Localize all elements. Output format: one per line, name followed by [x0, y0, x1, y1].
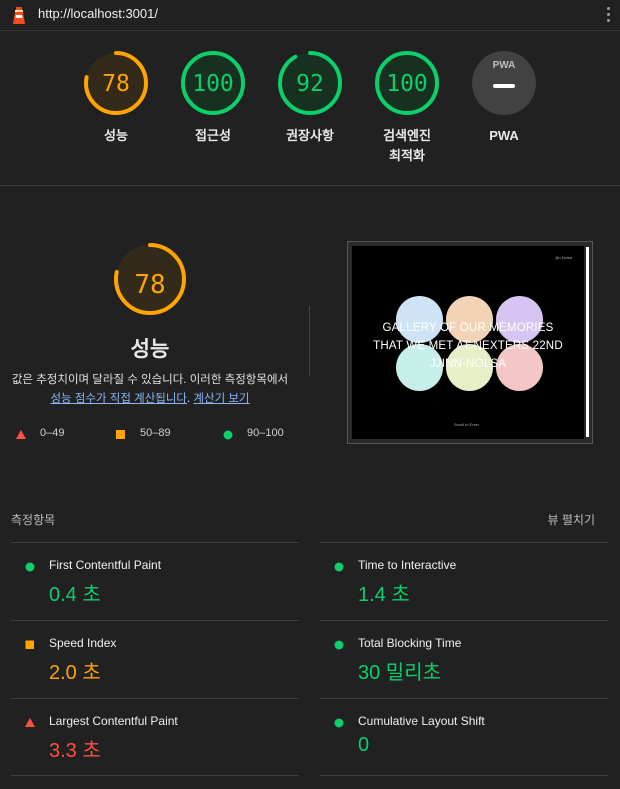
divider [11, 775, 299, 776]
metric-value: 3.3 초 [49, 740, 101, 762]
legend-range: 0–49 [40, 427, 65, 439]
calculator-link[interactable]: 계산기 보기 [193, 393, 249, 405]
corner-text: Jjin Nolsa [554, 255, 572, 260]
metric-lcp: Largest Contentful Paint 3.3 초 [11, 698, 299, 776]
headline-line2: THAT WE MET AT NEXTERS 22ND [373, 340, 563, 352]
gauge-best-practices[interactable]: 92 권장사항 [261, 50, 359, 146]
gauge-seo[interactable]: 100 검색엔진 최적화 [358, 50, 456, 166]
description-text: 값은 추정치이며 달라질 수 있습니다. 이러한 측정항목에서 [11, 374, 289, 386]
metric-tti: Time to Interactive 1.4 초 [320, 542, 608, 620]
metric-fcp: First Contentful Paint 0.4 초 [11, 542, 299, 620]
headline-line3: JJINN-NOLSA [429, 358, 507, 370]
gauge-label: 성능 [104, 128, 128, 143]
pwa-badge-text: PWA [492, 60, 516, 71]
address-bar: http://localhost:3001/ [0, 0, 620, 31]
performance-description: 값은 추정치이며 달라질 수 있습니다. 이러한 측정항목에서 성능 점수가 직… [0, 371, 300, 409]
legend-pass: 90–100 [223, 427, 284, 440]
legend-range: 50–89 [140, 427, 171, 439]
triangle-icon [25, 718, 35, 727]
square-icon [25, 640, 34, 649]
metric-name: First Contentful Paint [49, 558, 162, 572]
metric-name: Largest Contentful Paint [49, 714, 178, 728]
metric-value: 1.4 초 [358, 584, 410, 606]
gauge-score: 78 [102, 71, 130, 97]
square-icon [116, 430, 125, 439]
gauge-label-line1: 검색엔진 [383, 128, 431, 143]
gauge-accessibility[interactable]: 100 접근성 [164, 50, 262, 146]
more-menu-icon[interactable] [607, 7, 611, 23]
metric-cls: Cumulative Layout Shift 0 [320, 698, 608, 776]
performance-title: 성능 [130, 338, 170, 361]
gauge-score: 100 [192, 71, 234, 97]
expand-view-toggle[interactable]: 뷰 펼치기 [548, 511, 596, 528]
circle-icon [334, 562, 344, 572]
gauge-performance[interactable]: 78 성능 [67, 50, 165, 146]
divider [320, 775, 608, 776]
final-screenshot[interactable]: GALLERY OF OUR MEMORIES THAT WE MET AT N… [347, 241, 593, 444]
screenshot-canvas: GALLERY OF OUR MEMORIES THAT WE MET AT N… [352, 246, 584, 439]
gauge-label-line2: 최적화 [389, 148, 425, 163]
metric-name: Total Blocking Time [358, 636, 462, 650]
performance-score: 78 [134, 270, 166, 300]
circle-icon [223, 430, 233, 440]
metric-name: Cumulative Layout Shift [358, 714, 485, 728]
gauge-label: 권장사항 [286, 128, 334, 143]
headline-line1: GALLERY OF OUR MEMORIES [382, 322, 554, 334]
score-calculation-link[interactable]: 성능 점수가 직접 계산됩니다 [50, 393, 187, 405]
screenshot-headline: GALLERY OF OUR MEMORIES THAT WE MET AT N… [352, 319, 584, 373]
circle-icon [334, 640, 344, 650]
legend-range: 90–100 [247, 427, 284, 439]
gauge-label: PWA [489, 128, 519, 143]
metric-value: 0.4 초 [49, 584, 101, 606]
metrics-heading: 측정항목 [11, 513, 56, 527]
metric-value: 30 밀리초 [358, 662, 442, 684]
triangle-icon [16, 430, 26, 439]
divider [309, 306, 310, 376]
metric-value: 2.0 초 [49, 662, 101, 684]
gauge-score: 100 [386, 71, 428, 97]
circle-icon [334, 718, 344, 728]
metric-name: Time to Interactive [358, 558, 457, 572]
metric-name: Speed Index [49, 636, 117, 650]
gauge-label: 접근성 [195, 128, 231, 143]
lighthouse-logo-icon [13, 7, 25, 24]
legend-fail: 0–49 [16, 427, 64, 439]
gauge-pwa[interactable]: PWA PWA [455, 50, 553, 146]
gauge-label: 검색엔진 최적화 [358, 126, 456, 166]
footer-text: Scroll to Enter [454, 422, 480, 427]
category-summary: 78 성능 100 접근성 92 권장사항 100 검색엔진 최적화 PWA P… [0, 31, 620, 186]
performance-gauge: 78 [100, 242, 200, 316]
gauge-score: 92 [296, 71, 324, 97]
screenshot-scrollbar [586, 247, 589, 437]
legend-average: 50–89 [116, 427, 171, 439]
metric-value: 0 [358, 734, 370, 756]
metric-speed-index: Speed Index 2.0 초 [11, 620, 299, 698]
circle-icon [25, 562, 35, 572]
metric-tbt: Total Blocking Time 30 밀리초 [320, 620, 608, 698]
page-url[interactable]: http://localhost:3001/ [38, 6, 158, 21]
